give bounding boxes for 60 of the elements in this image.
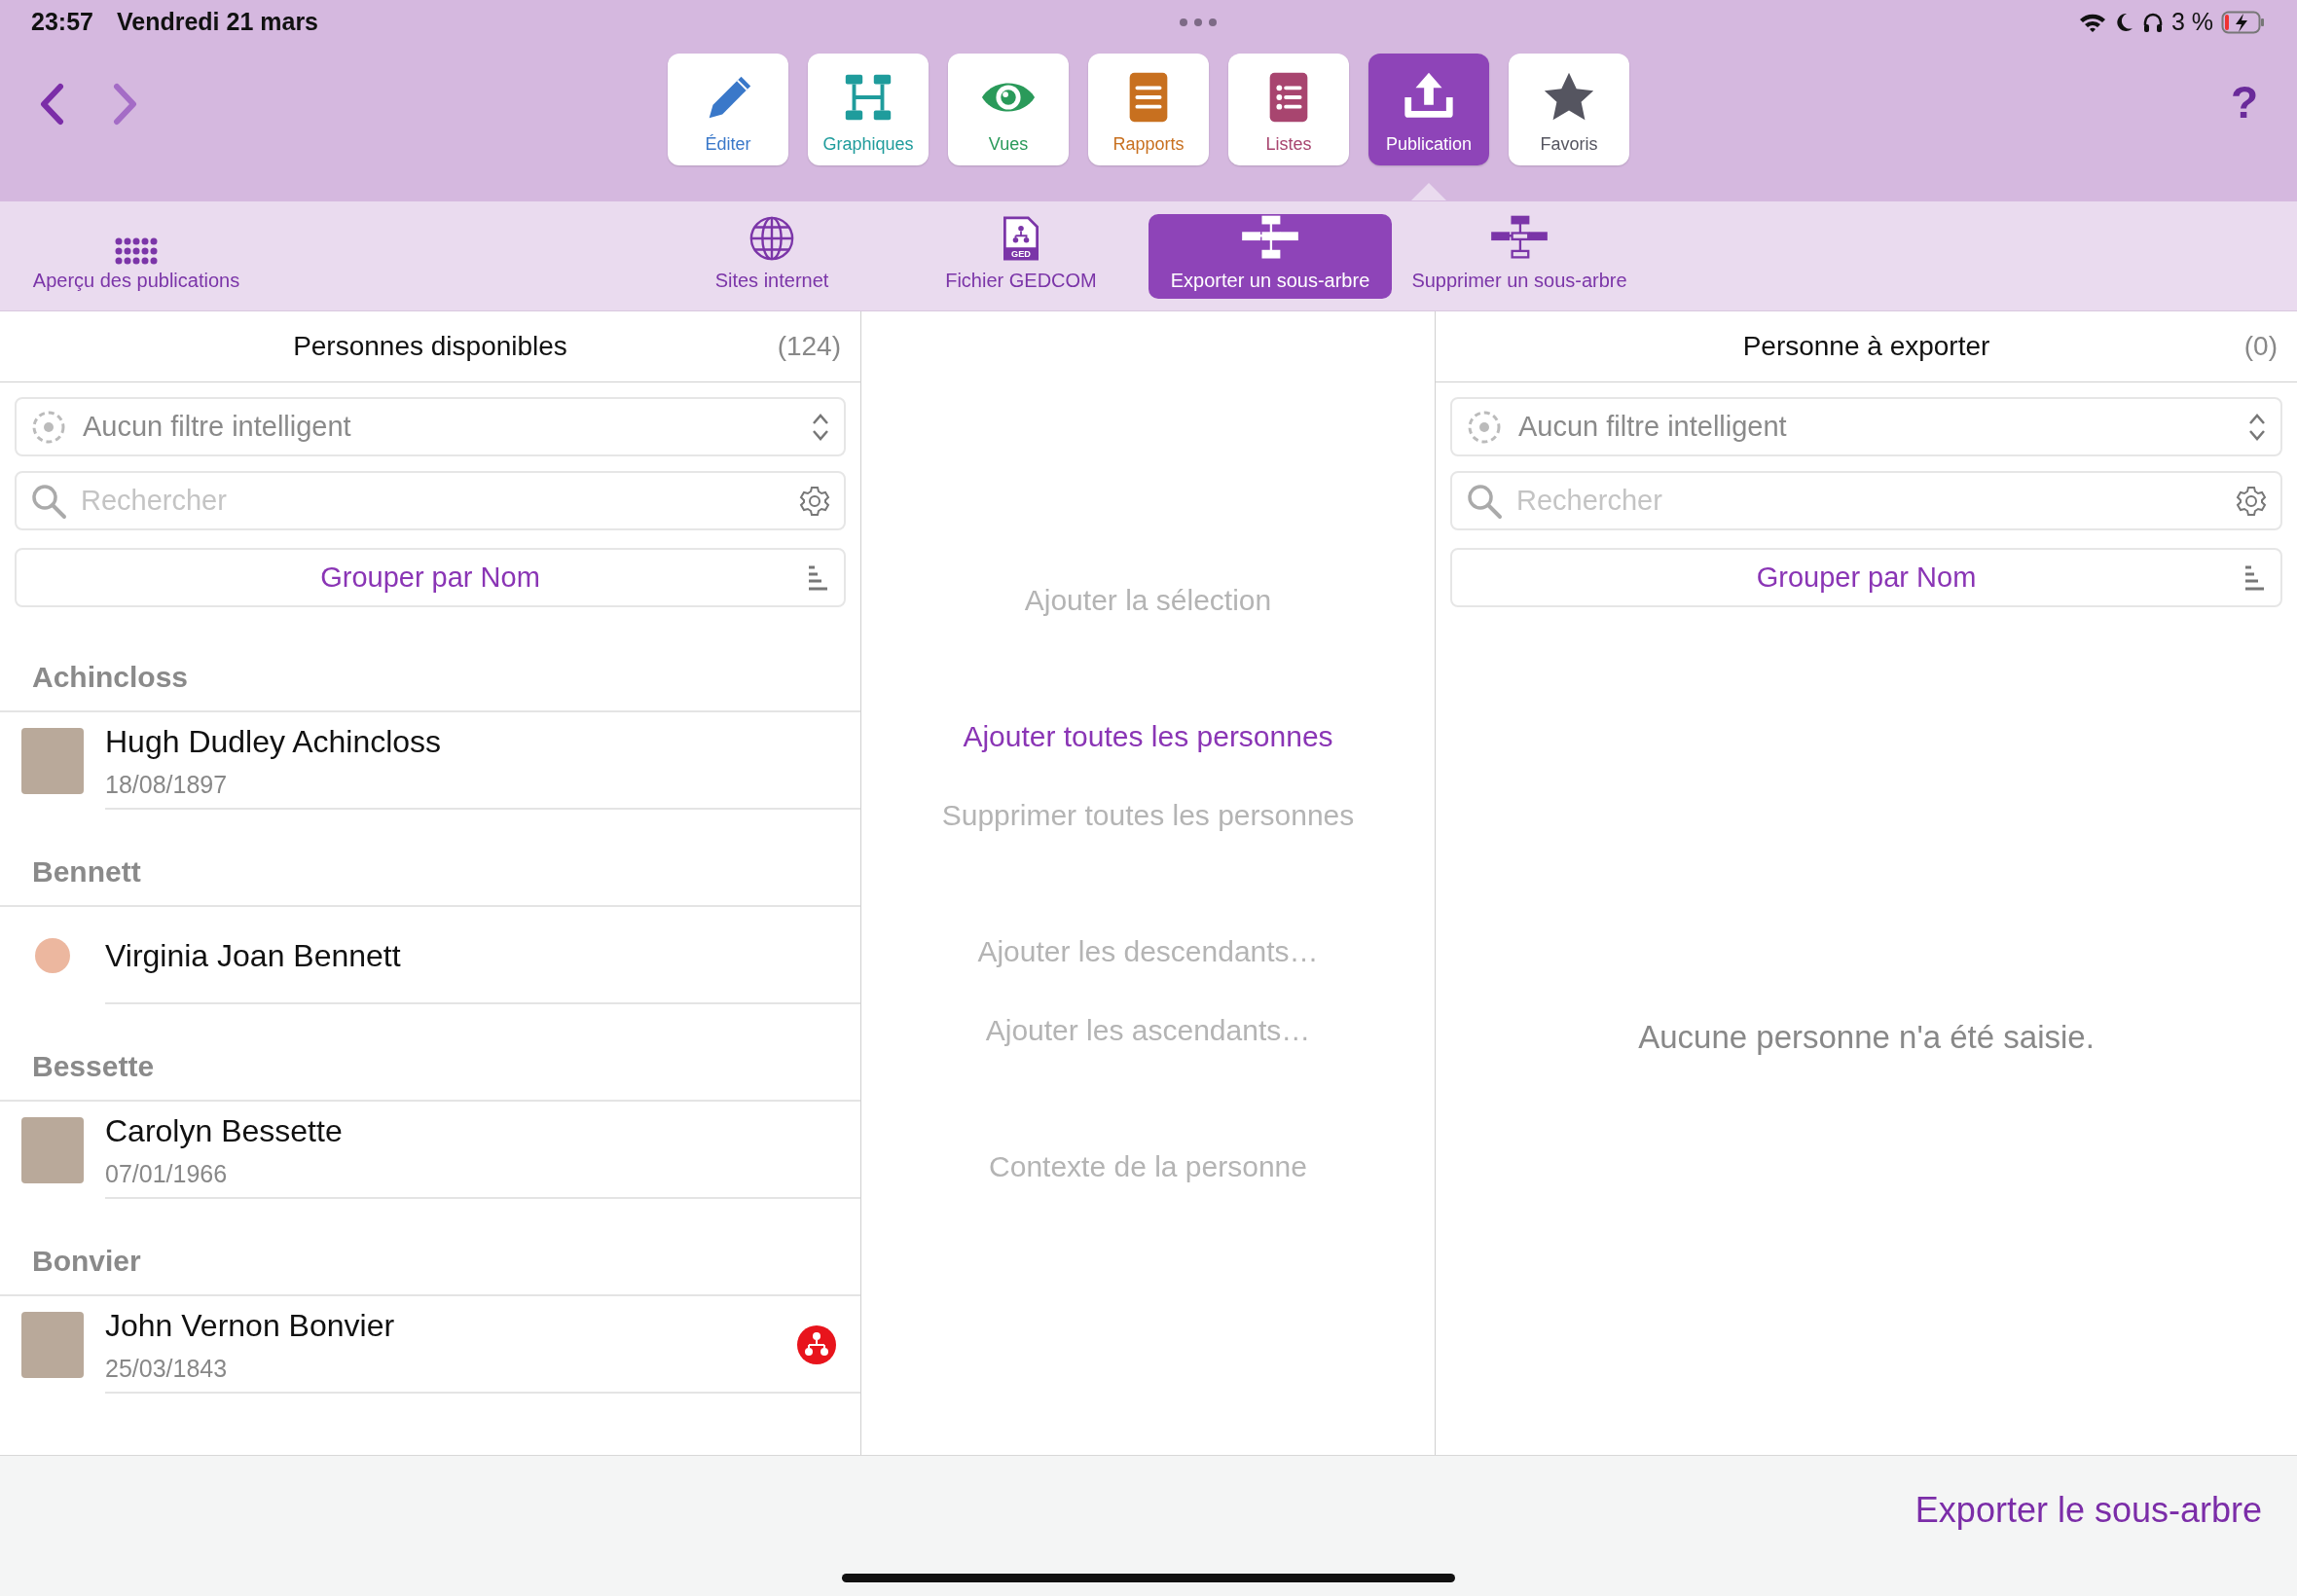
battery-icon: [2221, 10, 2266, 34]
toolbar-tab[interactable]: Éditer: [668, 54, 788, 165]
publish-mode-tab[interactable]: Supprimer un sous-arbre: [1398, 213, 1641, 299]
panel-title: Personnes disponibles: [293, 330, 567, 363]
birth-date: 07/01/1966: [105, 1159, 229, 1190]
action-link[interactable]: Ajouter toutes les personnes: [963, 714, 1333, 758]
smart-filter-dropdown[interactable]: Aucun filtre intelligent: [15, 397, 846, 456]
toolbar-tab[interactable]: Rapports: [1088, 54, 1209, 165]
subtree-icon: [1239, 214, 1301, 262]
multitasking-dots-icon: [1178, 17, 1218, 27]
item-count: (0): [2243, 330, 2278, 363]
export-subtree-button[interactable]: Exporter le sous-arbre: [1909, 1483, 2268, 1538]
item-count: (124): [777, 330, 841, 363]
search-field[interactable]: Rechercher: [15, 471, 846, 530]
toolbar-tab[interactable]: Listes: [1228, 54, 1349, 165]
toolbar-tab[interactable]: Vues: [948, 54, 1069, 165]
person-name: John Vernon Bonvier: [105, 1307, 396, 1346]
subtree-outline-icon: [1488, 214, 1550, 262]
person-row[interactable]: Carolyn Bessette 07/01/1966: [0, 1102, 860, 1199]
search-field[interactable]: Rechercher: [1450, 471, 2282, 530]
group-by-button[interactable]: Grouper par Nom: [15, 548, 846, 607]
section-heading: Bennett: [0, 810, 860, 907]
settings-icon[interactable]: [799, 486, 830, 517]
person-row[interactable]: John Vernon Bonvier 25/03/1843: [0, 1296, 860, 1394]
photo-placeholder: [21, 1117, 84, 1183]
birth-date: 25/03/1843: [105, 1354, 229, 1385]
toolbar-tab[interactable]: Favoris: [1509, 54, 1629, 165]
publications-overview-tab[interactable]: Aperçu des publications: [15, 213, 258, 299]
help-button[interactable]: ?: [2230, 69, 2258, 136]
person-name: Virginia Joan Bennett: [105, 937, 402, 975]
moon-icon: [2114, 11, 2134, 33]
gedcom-file-icon: GED: [1001, 214, 1041, 262]
section-heading: Achincloss: [0, 607, 860, 712]
publish-mode-tab[interactable]: GED Fichier GEDCOM: [899, 213, 1143, 299]
person-name: Hugh Dudley Achincloss: [105, 723, 443, 762]
publish-mode-tab[interactable]: Exporter un sous-arbre: [1148, 213, 1392, 299]
group-by-button[interactable]: Grouper par Nom: [1450, 548, 2282, 607]
section-heading: Bessette: [0, 1004, 860, 1102]
section-heading: Bonvier: [0, 1199, 860, 1296]
photo-placeholder: [21, 728, 84, 794]
publish-mode-tab[interactable]: Sites internet: [650, 213, 893, 299]
person-row[interactable]: Hugh Dudley Achincloss 18/08/1897: [0, 712, 860, 810]
panel-title: Personne à exporter: [1742, 330, 1990, 363]
avatar-circle: [35, 938, 70, 973]
battery-percent: 3 %: [2170, 6, 2213, 37]
headphones-icon: [2141, 11, 2164, 33]
status-date: Vendredi 21 mars: [116, 6, 318, 37]
photo-placeholder: [21, 1312, 84, 1378]
person-name: Carolyn Bessette: [105, 1112, 344, 1151]
status-time: 23:57: [31, 6, 93, 37]
person-row[interactable]: Virginia Joan Bennett: [0, 907, 860, 1004]
toolbar-tab[interactable]: Graphiques: [808, 54, 929, 165]
search-icon: [1466, 483, 1503, 520]
birth-date: 18/08/1897: [105, 770, 229, 801]
smart-filter-dropdown[interactable]: Aucun filtre intelligent: [1450, 397, 2282, 456]
globe-icon: [747, 214, 796, 262]
grid-dots-icon: [115, 236, 158, 266]
search-icon: [30, 483, 67, 520]
empty-message: Aucune personne n'a été saisie.: [1637, 1017, 2096, 1057]
settings-icon[interactable]: [2236, 486, 2267, 517]
